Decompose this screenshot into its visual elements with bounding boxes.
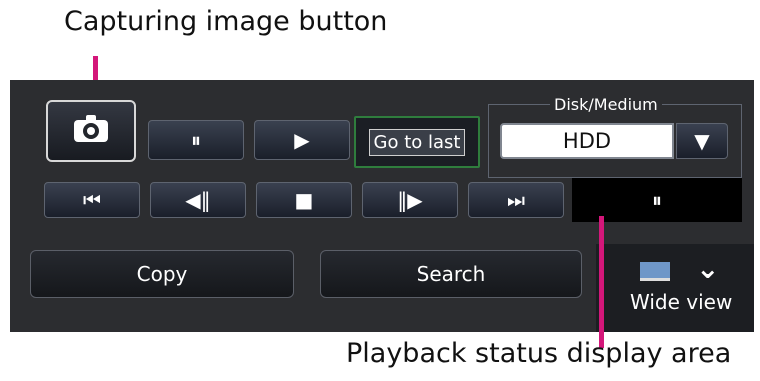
step-back-icon: ◀‖ bbox=[185, 188, 211, 212]
skip-next-icon: ⏭ bbox=[507, 188, 525, 212]
screen-icon bbox=[640, 262, 670, 281]
step-back-button[interactable]: ◀‖ bbox=[150, 182, 246, 218]
status-pointer-line bbox=[599, 216, 604, 348]
search-button[interactable]: Search bbox=[320, 250, 582, 298]
copy-button[interactable]: Copy bbox=[30, 250, 294, 298]
disk-medium-legend: Disk/Medium bbox=[550, 95, 662, 114]
pause-status-icon: ⏸ bbox=[652, 188, 662, 212]
go-to-last-button[interactable]: Go to last bbox=[354, 116, 480, 168]
camera-icon bbox=[74, 115, 108, 142]
chevron-down-icon: ▼ bbox=[694, 129, 710, 153]
skip-previous-button[interactable]: ⏮ bbox=[44, 182, 140, 218]
stop-button[interactable]: ■ bbox=[256, 182, 352, 218]
playback-status-area: ⏸ bbox=[572, 178, 742, 222]
stop-icon: ■ bbox=[294, 188, 314, 212]
wide-view-label: Wide view bbox=[630, 290, 733, 314]
capturing-image-callout: Capturing image button bbox=[64, 6, 388, 37]
step-forward-icon: ‖▶ bbox=[397, 188, 423, 212]
skip-next-button[interactable]: ⏭ bbox=[468, 182, 564, 218]
disk-medium-select[interactable]: HDD bbox=[500, 123, 674, 159]
chevron-down-icon: ⌄ bbox=[696, 252, 720, 285]
wide-view-button[interactable]: ⌄ Wide view bbox=[596, 244, 754, 332]
step-forward-button[interactable]: ‖▶ bbox=[362, 182, 458, 218]
pause-button[interactable]: ⏸ bbox=[148, 120, 244, 160]
playback-status-callout: Playback status display area bbox=[346, 338, 732, 369]
playback-control-panel: ⏸ ▶ Go to last Disk/Medium HDD ▼ ⏮ ◀‖ ■ … bbox=[10, 80, 754, 332]
skip-previous-icon: ⏮ bbox=[83, 188, 101, 212]
play-icon: ▶ bbox=[294, 128, 310, 152]
pause-icon: ⏸ bbox=[191, 128, 201, 152]
play-button[interactable]: ▶ bbox=[254, 120, 350, 160]
capture-image-button[interactable] bbox=[46, 100, 136, 162]
disk-medium-dropdown-button[interactable]: ▼ bbox=[676, 123, 728, 159]
go-to-last-label: Go to last bbox=[368, 128, 466, 156]
